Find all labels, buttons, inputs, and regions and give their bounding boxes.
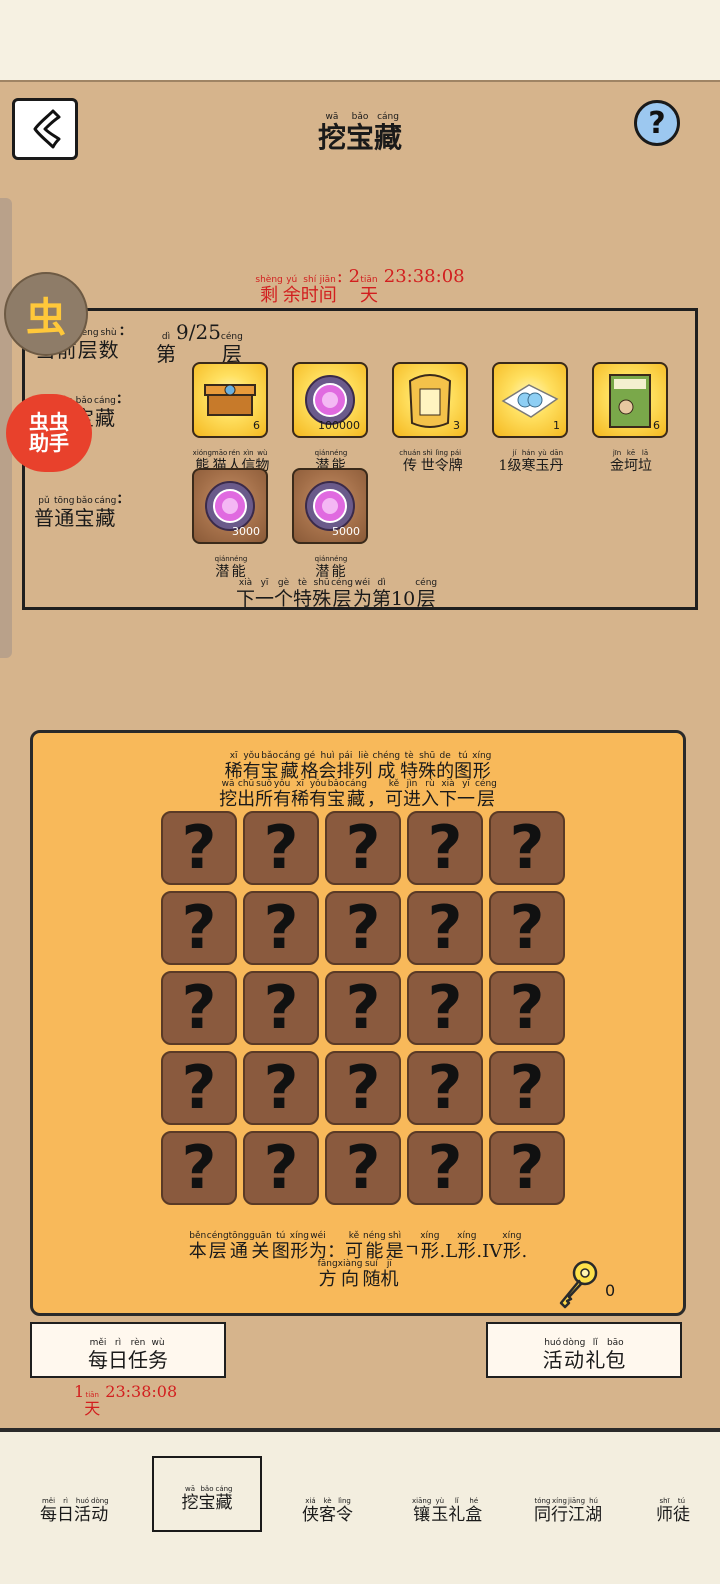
potential-orb-icon: 100000: [292, 362, 368, 438]
item-count: 100000: [318, 419, 360, 432]
helper-line2: 助手: [29, 431, 69, 455]
bug-helper-button[interactable]: 虫虫 助手: [6, 394, 92, 472]
treasure-item[interactable]: 3000 qián 潜 néng 能: [192, 468, 270, 579]
treasure-item[interactable]: 3 chuán 传 shì 世 lìng 令 pái 牌: [392, 362, 470, 473]
dig-cell[interactable]: ?: [325, 1131, 401, 1205]
dig-grid: ?????????????????????????: [161, 811, 565, 1205]
potential-orb-icon: 3000: [192, 468, 268, 544]
treasure-item[interactable]: 5000 qián 潜 néng 能: [292, 468, 370, 579]
current-floor-value: dì 第 9/25 céng 层: [156, 320, 243, 366]
item-name: jīn 金 kē 坷 lā 垃: [610, 449, 652, 474]
chest-icon: 6: [192, 362, 268, 438]
remaining-days: 2: [348, 266, 361, 287]
token-plaque-icon: 3: [392, 362, 468, 438]
remaining-time-label: shèng 剩 yú 余 shí 时 jiān 间: [255, 275, 337, 306]
remaining-time: shèng 剩 yú 余 shí 时 jiān 间: 2 tiān 天 23:38:08: [220, 266, 500, 305]
remaining-time-colon: :: [336, 266, 343, 287]
dig-cell[interactable]: ?: [243, 971, 319, 1045]
remaining-clock: 23:38:08: [383, 266, 465, 287]
status-strip: [0, 0, 720, 80]
bug-float-button[interactable]: 虫: [4, 272, 88, 356]
dig-cell[interactable]: ?: [243, 811, 319, 885]
back-arrow-icon: [33, 109, 61, 149]
dig-board: xī 稀 yǒu 有 bǎo 宝 cáng 藏 gé 格 huì 会 pái 排 liè 列 chéng 成 tè 特…: [30, 730, 686, 1316]
dig-cell[interactable]: ?: [407, 971, 483, 1045]
item-count: 5000: [332, 525, 360, 538]
dig-cell[interactable]: ?: [325, 1051, 401, 1125]
tab-xiake-token[interactable]: xiá 侠 kè 客 lìng 令: [302, 1488, 353, 1524]
bottom-tab-bar: měi 每 rì 日 huó 活 dòng 动 wā 挖 bǎo 宝 cáng 藏 xiá 侠 kè 客 lìn…: [0, 1436, 720, 1584]
dig-cell[interactable]: ?: [489, 1051, 565, 1125]
dig-cell[interactable]: ?: [325, 811, 401, 885]
dig-cell[interactable]: ?: [489, 891, 565, 965]
item-count: 1: [553, 419, 560, 432]
item-name: 1 jí 级 hán 寒 yù 玉 dān 丹: [498, 449, 564, 474]
tab-dig-treasure[interactable]: wā 挖 bǎo 宝 cáng 藏: [152, 1456, 262, 1532]
help-button[interactable]: ?: [634, 100, 680, 146]
dig-cell[interactable]: ?: [407, 1051, 483, 1125]
event-gift-button[interactable]: huó 活 dòng 动 lǐ 礼 bāo 包: [486, 1322, 682, 1378]
item-name: chuán 传 shì 世 lìng 令 pái 牌: [399, 449, 463, 474]
item-count: 3000: [232, 525, 260, 538]
key-count: 0: [605, 1281, 616, 1300]
page-title: wā 挖 bǎo 宝 cáng 藏: [317, 112, 403, 154]
dig-cell[interactable]: ?: [489, 971, 565, 1045]
next-special-floor: xià 下 yī 一 gè 个 tè 特 shū 殊 céng 层 wéi 为 dì 第 10 céng 层: [236, 578, 438, 610]
dig-cell[interactable]: ?: [243, 891, 319, 965]
fertilizer-bag-icon: 6: [592, 362, 668, 438]
tab-daily-activity[interactable]: měi 每 rì 日 huó 活 dòng 动: [40, 1488, 109, 1524]
dig-cell[interactable]: ?: [161, 891, 237, 965]
dig-cell[interactable]: ?: [325, 891, 401, 965]
daily-task-button[interactable]: měi 每 rì 日 rèn 任 wù 务: [30, 1322, 226, 1378]
dig-cell[interactable]: ?: [243, 1131, 319, 1205]
treasure-item[interactable]: 6 xióng 熊 māo 猫 rén 人 xìn 信 wù 物: [192, 362, 270, 473]
potential-orb-icon: 5000: [292, 468, 368, 544]
dig-cell[interactable]: ?: [325, 971, 401, 1045]
dig-cell[interactable]: ?: [407, 1131, 483, 1205]
treasure-item[interactable]: 100000 qián 潜 néng 能: [292, 362, 370, 473]
treasure-item[interactable]: 1 1 jí 级 hán 寒 yù 玉 dān 丹: [492, 362, 570, 473]
tab-jianghu-together[interactable]: tóng 同 xíng 行 jiāng 江 hú 湖: [534, 1488, 602, 1524]
item-count: 6: [253, 419, 260, 432]
item-count: 3: [453, 419, 460, 432]
normal-treasure-label: pǔ 普 tōng 通 bǎo 宝 cáng 藏:: [34, 484, 124, 530]
dig-cell[interactable]: ?: [489, 1131, 565, 1205]
dig-cell[interactable]: ?: [161, 1131, 237, 1205]
shovel-key-icon: [559, 1260, 598, 1309]
treasure-item[interactable]: 6 jīn 金 kē 坷 lā 垃: [592, 362, 670, 473]
dig-cell[interactable]: ?: [161, 811, 237, 885]
board-instruction-2: wā 挖 chū 出 suǒ 所 yǒu 有 xī 稀 yǒu 有 bǎo 宝 cáng 藏 ， kě 可 jìn 进…: [219, 779, 497, 810]
remaining-days-unit: tiān 天: [360, 275, 379, 306]
bug-icon: 虫: [26, 294, 66, 341]
dig-cell[interactable]: ?: [407, 811, 483, 885]
dig-cell[interactable]: ?: [407, 891, 483, 965]
item-count: 6: [653, 419, 660, 432]
dig-cell[interactable]: ?: [161, 971, 237, 1045]
back-button[interactable]: [12, 98, 78, 160]
tab-master-apprentice[interactable]: shī 师 tú 徒: [656, 1488, 690, 1524]
daily-task-timer: 1 tiān 天 23:38:08: [74, 1382, 178, 1418]
dig-cell[interactable]: ?: [489, 811, 565, 885]
help-icon: ?: [648, 105, 666, 141]
dig-cell[interactable]: ?: [243, 1051, 319, 1125]
jade-pill-icon: 1: [492, 362, 568, 438]
tab-jade-giftbox[interactable]: xiāng 镶 yù 玉 lǐ 礼 hé 盒: [412, 1488, 482, 1524]
dig-cell[interactable]: ?: [161, 1051, 237, 1125]
